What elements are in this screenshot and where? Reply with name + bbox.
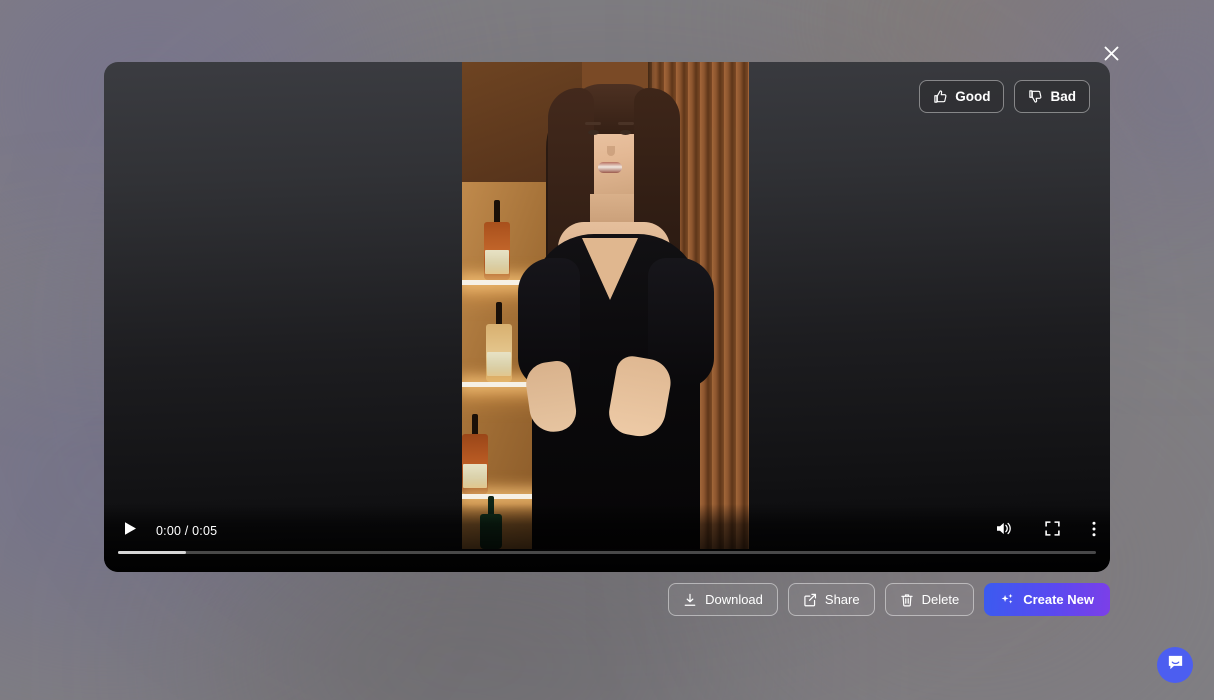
thumbs-up-icon bbox=[933, 89, 948, 104]
fullscreen-icon bbox=[1045, 521, 1060, 541]
rate-bad-label: Bad bbox=[1050, 89, 1076, 104]
share-label: Share bbox=[824, 592, 860, 607]
volume-icon bbox=[996, 521, 1013, 541]
close-icon bbox=[1103, 45, 1120, 62]
rate-good-label: Good bbox=[955, 89, 991, 104]
chat-bubble-icon bbox=[1166, 653, 1185, 677]
video-time-display: 0:00 / 0:05 bbox=[156, 524, 218, 538]
close-modal-button[interactable] bbox=[1098, 40, 1124, 66]
download-icon bbox=[683, 593, 697, 607]
volume-button[interactable] bbox=[996, 521, 1013, 541]
download-button[interactable]: Download bbox=[668, 583, 778, 616]
video-progress-track[interactable] bbox=[118, 551, 1096, 554]
video-progress-fill bbox=[118, 551, 187, 554]
rate-good-button[interactable]: Good bbox=[919, 80, 1005, 113]
chat-launcher-button[interactable] bbox=[1157, 647, 1193, 683]
more-vertical-icon bbox=[1092, 521, 1096, 542]
delete-button[interactable]: Delete bbox=[884, 583, 975, 616]
video-subject-person bbox=[462, 62, 749, 549]
sparkles-icon bbox=[1000, 592, 1015, 607]
video-controls-right bbox=[996, 521, 1096, 542]
fullscreen-button[interactable] bbox=[1045, 521, 1060, 541]
more-options-button[interactable] bbox=[1092, 521, 1096, 542]
video-controls-bar: 0:00 / 0:05 bbox=[104, 504, 1110, 572]
thumbs-down-icon bbox=[1028, 89, 1043, 104]
play-button[interactable] bbox=[118, 519, 142, 543]
share-icon bbox=[803, 593, 817, 607]
trash-icon bbox=[900, 593, 914, 607]
video-controls-row: 0:00 / 0:05 bbox=[118, 518, 1096, 544]
video-player[interactable] bbox=[462, 62, 749, 549]
action-button-bar: Download Share Delete Create New bbox=[0, 583, 1110, 616]
video-preview-modal: Good Bad 0:00 / 0:05 bbox=[104, 62, 1110, 572]
download-label: Download bbox=[705, 592, 763, 607]
rate-bad-button[interactable]: Bad bbox=[1014, 80, 1090, 113]
share-button[interactable]: Share bbox=[787, 583, 875, 616]
create-new-label: Create New bbox=[1023, 592, 1094, 607]
delete-label: Delete bbox=[921, 592, 960, 607]
play-icon bbox=[124, 521, 137, 541]
create-new-button[interactable]: Create New bbox=[984, 583, 1110, 616]
rating-button-group: Good Bad bbox=[919, 80, 1090, 113]
